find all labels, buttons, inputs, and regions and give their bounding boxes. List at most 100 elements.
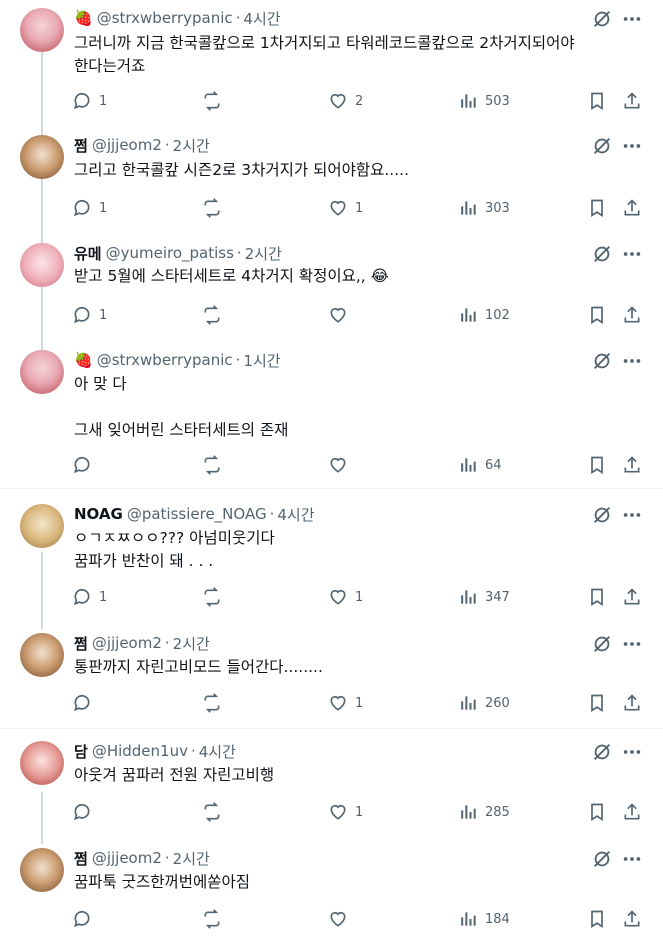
grok-icon[interactable]: [591, 848, 613, 870]
reply-button[interactable]: 1: [72, 304, 107, 326]
avatar[interactable]: [20, 848, 64, 892]
share-button[interactable]: [622, 90, 642, 112]
reply-button[interactable]: [72, 454, 99, 476]
timestamp[interactable]: 2시간: [173, 848, 210, 869]
timestamp[interactable]: 1시간: [243, 350, 280, 371]
like-button[interactable]: [328, 454, 355, 476]
grok-icon[interactable]: [591, 633, 613, 655]
tweet-header: 담 @Hidden1uv · 4시간: [74, 741, 236, 761]
avatar[interactable]: [20, 741, 64, 785]
grok-icon[interactable]: [591, 504, 613, 526]
timestamp[interactable]: 2시간: [245, 243, 282, 264]
more-icon[interactable]: [621, 504, 643, 526]
reply-button[interactable]: 1: [72, 586, 107, 608]
bookmark-button[interactable]: [587, 692, 607, 714]
views-button[interactable]: 64: [458, 454, 502, 476]
like-button[interactable]: 2: [328, 90, 363, 112]
like-button[interactable]: 1: [328, 692, 363, 714]
retweet-button[interactable]: [202, 801, 229, 823]
timestamp[interactable]: 4시간: [277, 504, 314, 525]
share-button[interactable]: [622, 454, 642, 476]
share-button[interactable]: [622, 197, 642, 219]
divider: [0, 488, 663, 489]
retweet-button[interactable]: [202, 454, 229, 476]
like-button[interactable]: 1: [328, 197, 363, 219]
retweet-button[interactable]: [202, 304, 229, 326]
reply-button[interactable]: [72, 692, 99, 714]
author-name[interactable]: NOAG: [74, 505, 123, 523]
more-icon[interactable]: [621, 243, 643, 265]
reply-button[interactable]: [72, 801, 99, 823]
avatar[interactable]: [20, 8, 64, 52]
more-icon[interactable]: [621, 350, 643, 372]
retweet-button[interactable]: [202, 586, 229, 608]
author-handle[interactable]: @strxwberrypanic: [97, 351, 233, 369]
retweet-button[interactable]: [202, 90, 229, 112]
author-handle[interactable]: @jjjeom2: [92, 634, 162, 652]
views-button[interactable]: 303: [458, 197, 510, 219]
author-name[interactable]: 유메: [74, 243, 102, 264]
retweet-button[interactable]: [202, 908, 229, 930]
share-button[interactable]: [622, 801, 642, 823]
timestamp[interactable]: 2시간: [173, 135, 210, 156]
more-icon[interactable]: [621, 8, 643, 30]
more-icon[interactable]: [621, 633, 643, 655]
author-handle[interactable]: @strxwberrypanic: [97, 9, 233, 27]
avatar[interactable]: [20, 633, 64, 677]
author-handle[interactable]: @yumeiro_patiss: [106, 244, 234, 262]
retweet-button[interactable]: [202, 692, 229, 714]
share-button[interactable]: [622, 692, 642, 714]
reply-button[interactable]: [72, 908, 99, 930]
views-button[interactable]: 184: [458, 908, 510, 930]
avatar[interactable]: [20, 504, 64, 548]
views-button[interactable]: 285: [458, 801, 510, 823]
author-name[interactable]: 🍓: [74, 9, 93, 27]
author-name[interactable]: 쩜: [74, 633, 88, 654]
share-button[interactable]: [622, 586, 642, 608]
grok-icon[interactable]: [591, 135, 613, 157]
views-button[interactable]: 102: [458, 304, 510, 326]
bookmark-button[interactable]: [587, 908, 607, 930]
avatar[interactable]: [20, 243, 64, 287]
bookmark-button[interactable]: [587, 454, 607, 476]
views-button[interactable]: 503: [458, 90, 510, 112]
bookmark-button[interactable]: [587, 586, 607, 608]
views-button[interactable]: 347: [458, 586, 510, 608]
author-handle[interactable]: @patissiere_NOAG: [127, 505, 267, 523]
like-button[interactable]: 1: [328, 801, 363, 823]
reply-button[interactable]: 1: [72, 197, 107, 219]
author-handle[interactable]: @jjjeom2: [92, 136, 162, 154]
bookmark-button[interactable]: [587, 90, 607, 112]
avatar[interactable]: [20, 135, 64, 179]
bookmark-button[interactable]: [587, 197, 607, 219]
like-button[interactable]: 1: [328, 586, 363, 608]
more-icon[interactable]: [621, 848, 643, 870]
share-button[interactable]: [622, 908, 642, 930]
author-handle[interactable]: @Hidden1uv: [92, 742, 188, 760]
grok-icon[interactable]: [591, 350, 613, 372]
author-handle[interactable]: @jjjeom2: [92, 849, 162, 867]
like-button[interactable]: [328, 304, 355, 326]
views-button[interactable]: 260: [458, 692, 510, 714]
timestamp[interactable]: 2시간: [173, 633, 210, 654]
bookmark-button[interactable]: [587, 801, 607, 823]
more-icon[interactable]: [621, 741, 643, 763]
retweet-icon: [202, 305, 222, 325]
timestamp[interactable]: 4시간: [243, 8, 280, 29]
tweet-text: 아 맞 다 그새 잊어버린 스타터세트의 존재: [74, 375, 289, 439]
author-name[interactable]: 쩜: [74, 848, 88, 869]
grok-icon[interactable]: [591, 243, 613, 265]
like-button[interactable]: [328, 908, 355, 930]
avatar[interactable]: [20, 350, 64, 394]
reply-button[interactable]: 1: [72, 90, 107, 112]
author-name[interactable]: 담: [74, 741, 88, 762]
grok-icon[interactable]: [591, 741, 613, 763]
grok-icon[interactable]: [591, 8, 613, 30]
bookmark-button[interactable]: [587, 304, 607, 326]
author-name[interactable]: 쩜: [74, 135, 88, 156]
share-button[interactable]: [622, 304, 642, 326]
retweet-button[interactable]: [202, 197, 229, 219]
more-icon[interactable]: [621, 135, 643, 157]
timestamp[interactable]: 4시간: [199, 741, 236, 762]
author-name[interactable]: 🍓: [74, 351, 93, 369]
